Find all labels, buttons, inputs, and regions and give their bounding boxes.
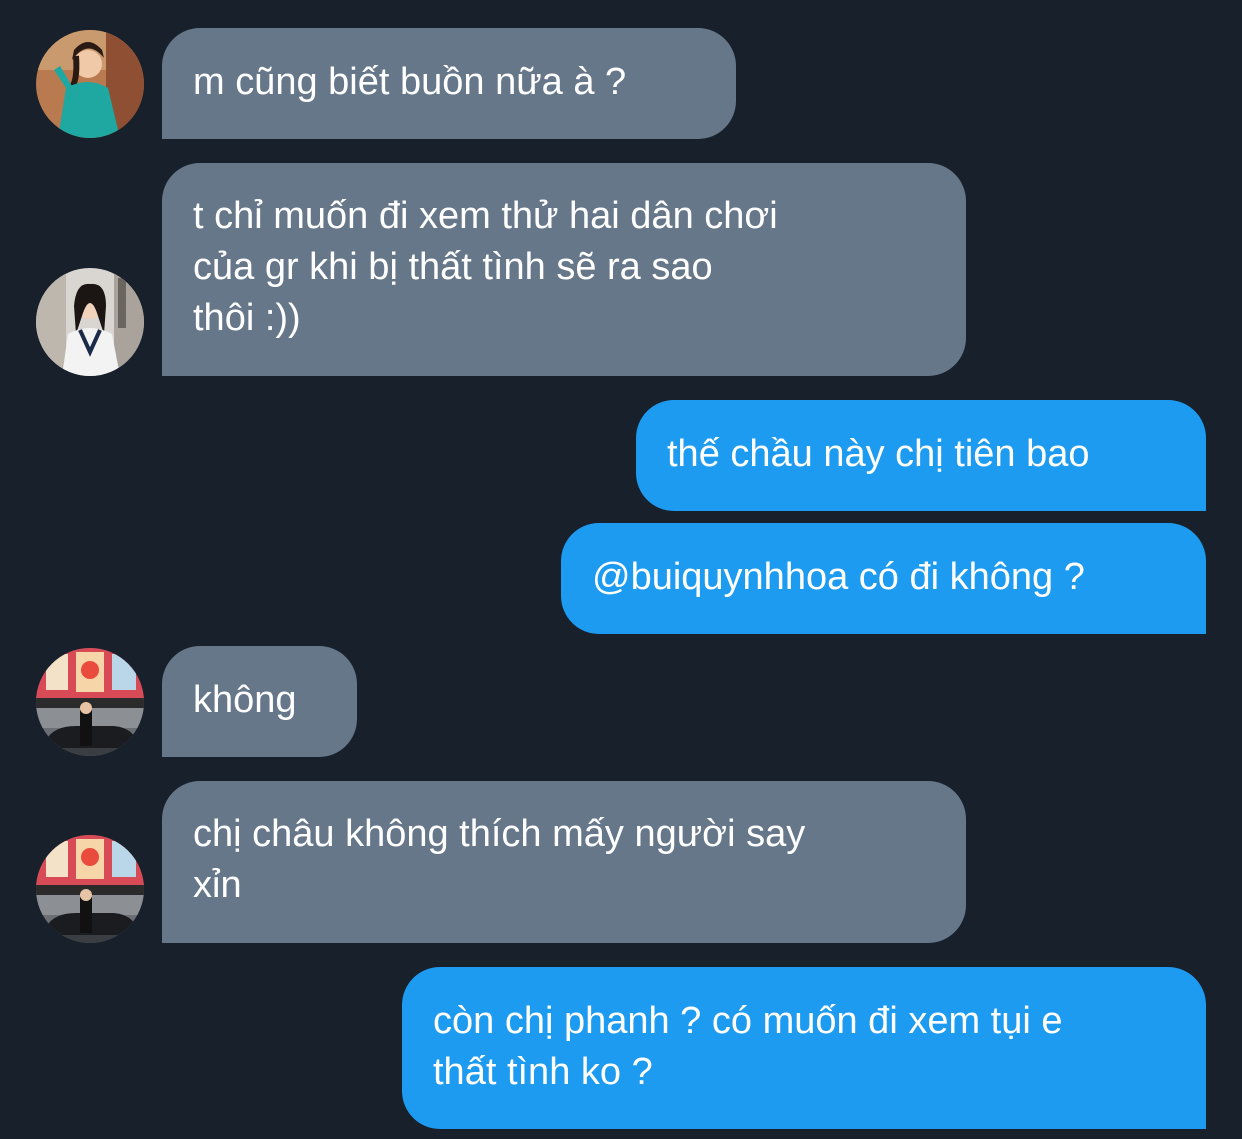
avatar-woman-teal-dress-icon[interactable] [36, 30, 144, 138]
message-text-line: @buiquynhhoa có đi không ? [592, 556, 1085, 598]
avatar-street-billboard-icon[interactable] [36, 648, 144, 756]
message-bubble-incoming[interactable]: m cũng biết buồn nữa à ? [162, 28, 736, 139]
message-text-line: không [193, 679, 297, 721]
message-bubble-incoming[interactable]: t chỉ muốn đi xem thử hai dân chơi của g… [162, 163, 966, 376]
message-text-line: thất tình ko ? [433, 1051, 653, 1093]
message-text-line: thế chầu này chị tiên bao [667, 433, 1090, 475]
message-text-line: m cũng biết buồn nữa à ? [193, 61, 627, 103]
message-bubble-outgoing[interactable]: thế chầu này chị tiên bao [636, 400, 1206, 511]
message-bubble-incoming[interactable]: chị châu không thích mấy người say xỉn [162, 781, 966, 943]
message-text-line: chị châu không thích mấy người say [193, 813, 806, 855]
message-bubble-incoming[interactable]: không [162, 646, 357, 757]
message-text-line: thôi :)) [193, 297, 301, 339]
message-text-line: của gr khi bị thất tình sẽ ra sao [193, 246, 713, 288]
avatar-woman-white-vest-icon[interactable] [36, 268, 144, 376]
message-text-line: còn chị phanh ? có muốn đi xem tụi e [433, 1000, 1063, 1042]
message-text-line: xỉn [193, 864, 242, 906]
avatar-street-billboard-icon[interactable] [36, 835, 144, 943]
message-bubble-outgoing[interactable]: @buiquynhhoa có đi không ? [561, 523, 1206, 634]
message-text-line: t chỉ muốn đi xem thử hai dân chơi [193, 195, 778, 237]
message-bubble-outgoing[interactable]: còn chị phanh ? có muốn đi xem tụi e thấ… [402, 967, 1206, 1129]
